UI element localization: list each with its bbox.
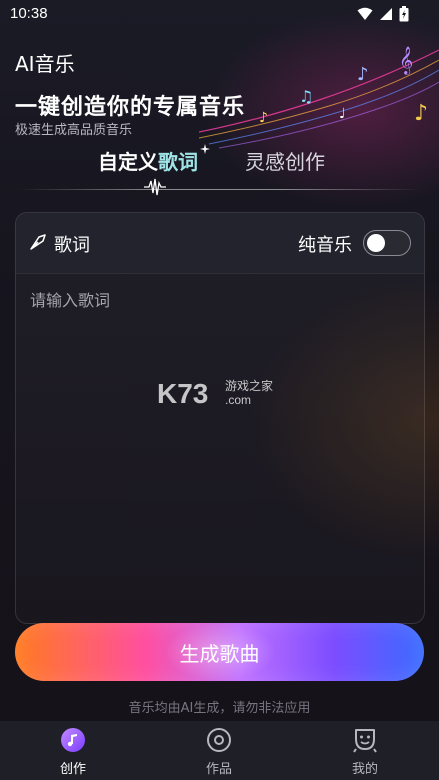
k73-watermark-logo: K73 游戏之家 .com [157,377,287,413]
tab-custom-lyrics-accent: 歌词 [158,150,198,174]
nav-works[interactable]: 作品 [169,721,269,780]
svg-text:.com: .com [225,393,251,407]
nav-works-label: 作品 [205,762,232,777]
battery-icon [399,6,409,22]
music-disc-icon [61,728,85,752]
svg-text:𝄞: 𝄞 [399,46,413,75]
nav-create[interactable]: 创作 [23,721,123,780]
pure-music-toggle[interactable] [363,230,411,256]
svg-text:♫: ♫ [299,87,313,106]
nav-mine[interactable]: 我的 [315,721,415,780]
ai-notice: 音乐均由AI生成，请勿非法应用 [128,701,311,716]
sparkle-icon [200,144,210,154]
toggle-knob [367,234,385,252]
nav-mine-label: 我的 [351,762,378,777]
tab-divider [18,189,421,190]
wifi-icon [357,7,373,20]
headline: 一键创造你的专属音乐 [15,95,246,120]
robot-face-icon [353,729,377,753]
status-time: 10:38 [10,5,48,22]
status-bar: 10:38 [0,0,439,30]
signal-icon [380,8,392,20]
subtitle: 极速生成高品质音乐 [15,123,133,138]
pure-music-label: 纯音乐 [298,235,352,256]
lyrics-input[interactable] [28,285,416,609]
svg-text:K73: K73 [157,378,208,409]
tab-custom-lyrics[interactable]: 自定义歌词 [98,144,210,175]
app-title: AI音乐 [15,52,75,76]
bottom-nav: 创作 作品 我的 [0,721,439,780]
active-tab-indicator [144,178,166,196]
disc-icon [207,728,231,752]
svg-text:♪: ♪ [414,101,428,126]
svg-text:游戏之家: 游戏之家 [225,378,273,393]
generate-song-label: 生成歌曲 [179,641,260,666]
lyrics-card-header: 歌词 纯音乐 [16,213,424,274]
tab-custom-lyrics-label: 自定义 [98,150,158,174]
status-icons [357,6,409,22]
pen-nib-icon [30,234,46,250]
tab-inspiration[interactable]: 灵感创作 [245,146,325,175]
svg-text:♪: ♪ [259,110,268,126]
nav-create-label: 创作 [59,762,86,777]
svg-text:♪: ♪ [357,64,369,85]
lyrics-card: 歌词 纯音乐 [15,212,425,624]
generate-song-button[interactable]: 生成歌曲 [15,623,424,681]
tab-bar: 自定义歌词 灵感创作 [0,144,439,194]
svg-text:♩: ♩ [339,106,346,122]
lyrics-label: 歌词 [54,235,90,256]
